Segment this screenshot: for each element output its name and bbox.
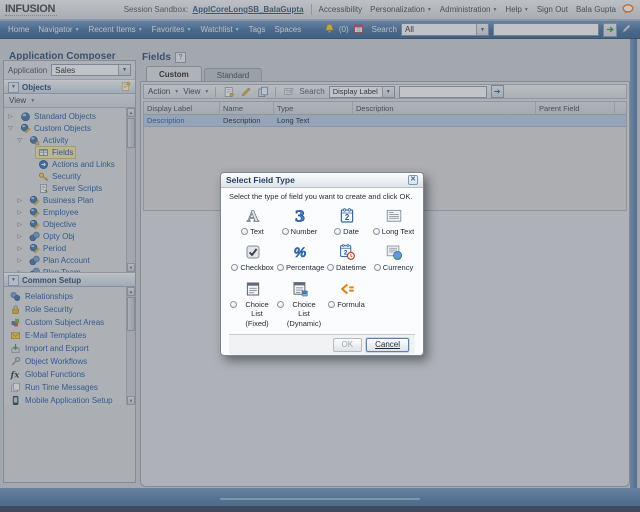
- radio-formula[interactable]: [328, 301, 335, 308]
- datetime-icon: 2: [338, 243, 356, 261]
- field-type-datetime[interactable]: 2 Datetime: [323, 243, 370, 272]
- text-icon: A: [244, 207, 262, 225]
- radio-long-text[interactable]: [373, 228, 380, 235]
- radio-datetime[interactable]: [327, 264, 334, 271]
- checkbox-icon: [244, 243, 262, 261]
- select-field-type-dialog: Select Field Type ✕ Select the type of f…: [220, 172, 424, 356]
- choice-dynamic-icon: [291, 280, 309, 298]
- radio-choice-list-dynamic[interactable]: [277, 301, 284, 308]
- field-type-checkbox[interactable]: Checkbox: [229, 243, 276, 272]
- field-type-long-text[interactable]: Long Text: [370, 207, 417, 236]
- radio-number[interactable]: [282, 228, 289, 235]
- close-icon[interactable]: ✕: [408, 175, 418, 185]
- date-icon: 2: [338, 207, 356, 225]
- field-type-currency[interactable]: Currency: [370, 243, 417, 272]
- field-type-date[interactable]: 2 Date: [323, 207, 370, 236]
- formula-icon: [338, 280, 356, 298]
- radio-date[interactable]: [334, 228, 341, 235]
- number-icon: 3: [291, 207, 309, 225]
- field-type-number[interactable]: 3 Number: [276, 207, 323, 236]
- dialog-titlebar[interactable]: Select Field Type ✕: [221, 173, 423, 188]
- field-type-grid: A Text 3 Number 2 Date Long Text Checkbo…: [229, 207, 415, 328]
- svg-text:%: %: [293, 245, 306, 261]
- dialog-body: Select the type of field you want to cre…: [221, 188, 423, 355]
- ok-button[interactable]: OK: [333, 338, 363, 352]
- dialog-instruction: Select the type of field you want to cre…: [229, 192, 415, 201]
- dialog-title: Select Field Type: [226, 175, 295, 185]
- svg-text:A: A: [246, 207, 259, 225]
- cancel-button[interactable]: Cancel: [366, 338, 409, 352]
- field-type-formula[interactable]: Formula: [323, 280, 370, 328]
- field-type-percentage[interactable]: % Percentage: [276, 243, 323, 272]
- radio-checkbox[interactable]: [231, 264, 238, 271]
- svg-text:3: 3: [294, 207, 304, 225]
- choice-fixed-icon: [244, 280, 262, 298]
- field-type-text[interactable]: A Text: [229, 207, 276, 236]
- dialog-footer: OK Cancel: [229, 334, 415, 355]
- percentage-icon: %: [291, 243, 309, 261]
- field-type-choice-list-fixed[interactable]: Choice List (Fixed): [229, 280, 276, 328]
- radio-percentage[interactable]: [277, 264, 284, 271]
- radio-choice-list-fixed[interactable]: [230, 301, 237, 308]
- longtext-icon: [385, 207, 403, 225]
- field-type-choice-list-dynamic[interactable]: Choice List (Dynamic): [276, 280, 323, 328]
- radio-text[interactable]: [241, 228, 248, 235]
- svg-text:2: 2: [344, 213, 349, 222]
- currency-icon: [385, 243, 403, 261]
- radio-currency[interactable]: [374, 264, 381, 271]
